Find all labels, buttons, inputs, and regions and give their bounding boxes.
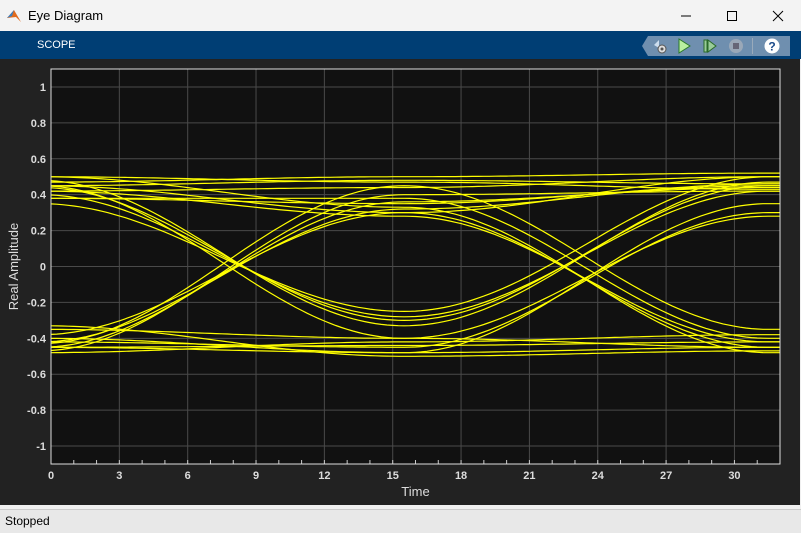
y-tick-label: 1 [40, 82, 46, 94]
quick-access-toolbar: ? [642, 36, 790, 56]
close-icon [772, 10, 784, 21]
x-tick-label: 18 [455, 470, 467, 482]
scope-display: 0 3 6 9 12 15 18 21 24 27 30 1 0.8 0.6 0.4 0.2 0 -0.2 -0.4… [0, 59, 800, 505]
y-tick-label: -0.8 [27, 405, 46, 417]
x-tick-label: 9 [253, 470, 259, 482]
y-tick-label: 0 [40, 262, 46, 274]
settings-icon[interactable] [652, 38, 668, 54]
x-tick-label: 6 [185, 470, 191, 482]
status-text: Stopped [5, 514, 50, 528]
help-icon[interactable]: ? [764, 38, 780, 54]
x-tick-label: 27 [660, 470, 672, 482]
x-tick-label: 21 [523, 470, 535, 482]
x-tick-label: 15 [387, 470, 399, 482]
y-tick-label: -0.4 [27, 333, 47, 345]
y-tick-label: -0.2 [27, 297, 46, 309]
eye-diagram-plot[interactable]: 0 3 6 9 12 15 18 21 24 27 30 1 0.8 0.6 0.4 0.2 0 -0.2 -0.4… [0, 59, 800, 505]
maximize-icon [727, 10, 737, 21]
x-tick-label: 0 [48, 470, 54, 482]
x-tick-label: 30 [728, 470, 740, 482]
x-tick-label: 12 [318, 470, 330, 482]
y-tick-label: -1 [36, 441, 46, 453]
status-bar: Stopped [0, 509, 801, 533]
matlab-logo-icon [7, 10, 21, 22]
svg-text:?: ? [768, 40, 775, 54]
minimize-icon [681, 15, 691, 16]
toolstrip: SCOPE ? [0, 31, 801, 59]
maximize-button[interactable] [709, 0, 755, 31]
window-title: Eye Diagram [28, 8, 104, 23]
tab-scope[interactable]: SCOPE [37, 39, 76, 51]
x-tick-label: 24 [592, 470, 605, 482]
y-tick-label: 0.4 [31, 190, 47, 202]
y-tick-label: 0.2 [31, 226, 46, 238]
minimize-button[interactable] [663, 0, 709, 31]
title-bar: Eye Diagram [0, 0, 801, 31]
y-axis-label: Real Amplitude [6, 223, 21, 310]
stop-icon[interactable] [728, 38, 744, 54]
x-tick-label: 3 [116, 470, 122, 482]
close-button[interactable] [755, 0, 801, 31]
y-tick-label: 0.6 [31, 154, 46, 166]
y-tick-label: -0.6 [27, 369, 46, 381]
x-axis-label: Time [401, 484, 429, 499]
step-forward-icon[interactable] [702, 38, 718, 54]
run-icon[interactable] [676, 38, 692, 54]
y-tick-label: 0.8 [31, 118, 46, 130]
